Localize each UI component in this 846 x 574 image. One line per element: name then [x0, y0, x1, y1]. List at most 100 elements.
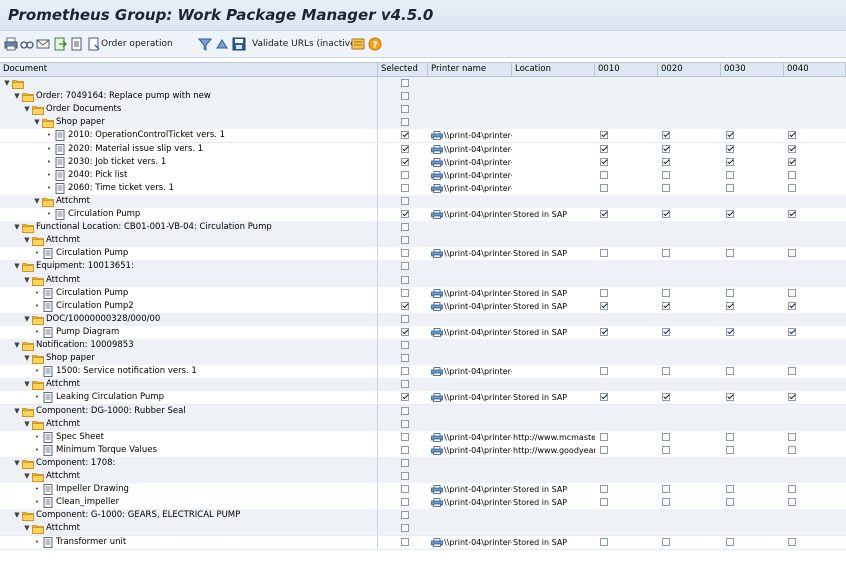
selected-checkbox[interactable]	[401, 445, 409, 454]
printer-icon[interactable]	[431, 157, 443, 167]
expand-toggle-icon[interactable]: ▼	[13, 339, 21, 352]
expand-toggle-icon[interactable]: ▼	[13, 509, 21, 522]
selected-checkbox[interactable]	[401, 341, 409, 349]
tree-folder-row[interactable]: ▼ Functional Location: CB01-001-VB-04: Ci…	[0, 221, 846, 236]
operation-0010-checkbox[interactable]	[600, 183, 608, 192]
sort-icon[interactable]	[215, 36, 229, 52]
tree-item-label[interactable]: Attchmt	[46, 418, 80, 431]
operation-0010-checkbox[interactable]	[600, 210, 608, 218]
save-icon[interactable]	[232, 36, 246, 52]
expand-toggle-icon[interactable]: ▼	[23, 274, 31, 287]
tree-item-label[interactable]: Leaking Circulation Pump	[56, 391, 164, 404]
column-header-0040[interactable]: 0040	[784, 63, 846, 76]
operation-0030-checkbox[interactable]	[726, 537, 734, 546]
operation-0040-checkbox[interactable]	[788, 537, 796, 546]
operation-0020-checkbox[interactable]	[662, 210, 670, 218]
operation-0030-checkbox[interactable]	[726, 210, 734, 218]
operation-0040-checkbox[interactable]	[788, 210, 796, 218]
tree-document-row[interactable]: • 2030: Job ticket vers. 1 \\print-04\prin…	[0, 155, 846, 170]
tree-item-label[interactable]: Circulation Pump	[56, 247, 128, 260]
tree-item-label[interactable]: Circulation Pump	[68, 208, 140, 221]
tree-document-row[interactable]: • Transformer unit \\print-04\printer-l Sto…	[0, 535, 846, 550]
operation-0030-checkbox[interactable]	[726, 445, 734, 454]
tree-item-label[interactable]: Attchmt	[56, 195, 90, 208]
tree-folder-row[interactable]: ▼ Attchmt	[0, 273, 846, 288]
tree-item-label[interactable]: Order Documents	[46, 103, 121, 116]
selected-checkbox[interactable]	[401, 118, 409, 127]
operation-0030-checkbox[interactable]	[726, 498, 734, 507]
printer-icon[interactable]	[431, 301, 443, 311]
printer-name-cell[interactable]: \\print-04\printer-l	[444, 326, 512, 339]
printer-icon[interactable]	[431, 210, 443, 219]
operation-0020-checkbox[interactable]	[662, 183, 670, 192]
column-header-0020[interactable]: 0020	[658, 63, 721, 76]
operation-0010-checkbox[interactable]	[600, 157, 608, 166]
expand-toggle-icon[interactable]: ▼	[3, 77, 11, 90]
operation-0010-checkbox[interactable]	[600, 498, 608, 507]
location-cell[interactable]: http://www.goodyear	[513, 444, 595, 457]
tree-folder-row[interactable]: ▼ Component: G-1000: GEARS, ELECTRICAL PU…	[0, 509, 846, 524]
operation-0010-checkbox[interactable]	[600, 249, 608, 258]
selected-checkbox[interactable]	[401, 288, 409, 297]
expand-toggle-icon[interactable]: ▼	[13, 405, 21, 418]
tree-item-label[interactable]: Component: 1708:	[36, 457, 115, 470]
tree-folder-row[interactable]: ▼ Shop paper	[0, 116, 846, 131]
envelope-icon[interactable]	[36, 36, 50, 52]
tree-item-label[interactable]: 2030: Job ticket vers. 1	[68, 156, 166, 169]
operation-0040-checkbox[interactable]	[788, 288, 796, 297]
printer-icon[interactable]	[431, 537, 443, 547]
location-cell[interactable]: Stored in SAP	[513, 326, 595, 339]
selected-checkbox[interactable]	[401, 432, 409, 441]
tree-item-label[interactable]: Pump Diagram	[56, 326, 119, 339]
operation-0030-checkbox[interactable]	[726, 367, 734, 376]
operation-0030-checkbox[interactable]	[726, 393, 734, 402]
printer-name-cell[interactable]: \\print-04\printer-l	[444, 536, 512, 549]
operation-0040-checkbox[interactable]	[788, 157, 796, 166]
operation-0010-checkbox[interactable]	[600, 144, 608, 153]
selected-checkbox[interactable]	[401, 105, 409, 114]
tree-item-label[interactable]: Circulation Pump	[56, 287, 128, 300]
operation-0040-checkbox[interactable]	[788, 131, 796, 140]
selected-checkbox[interactable]	[401, 157, 409, 166]
tree-document-row[interactable]: • 2040: Pick list \\print-04\printer-l	[0, 168, 846, 183]
printer-icon[interactable]	[431, 249, 443, 259]
operation-0010-checkbox[interactable]	[600, 131, 608, 140]
selected-checkbox[interactable]	[401, 210, 409, 218]
tree-folder-row[interactable]: ▼ Attchmt	[0, 378, 846, 393]
printer-name-cell[interactable]: \\print-04\printer-l	[444, 247, 512, 260]
operation-0010-checkbox[interactable]	[600, 485, 608, 494]
tree-document-row[interactable]: • Circulation Pump \\print-04\printer-l Sto…	[0, 286, 846, 301]
tree-item-label[interactable]: Functional Location: CB01-001-VB-04: Cir…	[36, 221, 272, 234]
tree-document-row[interactable]: • 2010: OperationControlTicket vers. 1 \\p…	[0, 129, 846, 144]
selected-checkbox[interactable]	[401, 537, 409, 546]
operation-0020-checkbox[interactable]	[662, 301, 670, 310]
tree-item-label[interactable]: Attchmt	[46, 470, 80, 483]
operation-0040-checkbox[interactable]	[788, 249, 796, 258]
tree-folder-row[interactable]: ▼ Component: 1708:	[0, 456, 846, 471]
selected-checkbox[interactable]	[401, 262, 409, 271]
operation-0040-checkbox[interactable]	[788, 144, 796, 153]
expand-toggle-icon[interactable]: ▼	[13, 221, 21, 234]
operation-0030-checkbox[interactable]	[726, 144, 734, 153]
printer-name-cell[interactable]: \\print-04\printer-l	[444, 129, 512, 142]
printer-icon[interactable]	[431, 183, 443, 193]
tree-item-label[interactable]: Attchmt	[46, 378, 80, 391]
operation-0040-checkbox[interactable]	[788, 327, 796, 336]
operation-0030-checkbox[interactable]	[726, 327, 734, 336]
operation-0020-checkbox[interactable]	[662, 249, 670, 258]
column-header-0010[interactable]: 0010	[595, 63, 658, 76]
tree-folder-row[interactable]: ▼ Attchmt	[0, 470, 846, 484]
printer-icon[interactable]	[431, 144, 443, 154]
operation-0020-checkbox[interactable]	[662, 131, 670, 140]
tree-item-label[interactable]: Shop paper	[46, 352, 95, 365]
tree-document-row[interactable]: • Minimum Torque Values \\print-04\printer…	[0, 443, 846, 458]
selected-checkbox[interactable]	[401, 301, 409, 310]
operation-0030-checkbox[interactable]	[726, 249, 734, 258]
tree-document-row[interactable]: • Impeller Drawing \\print-04\printer-l Sto…	[0, 483, 846, 498]
selected-checkbox[interactable]	[401, 524, 409, 533]
selected-checkbox[interactable]	[401, 223, 409, 232]
printer-name-cell[interactable]: \\print-04\printer-l	[444, 365, 512, 378]
selected-checkbox[interactable]	[401, 144, 409, 153]
printer-icon[interactable]	[431, 485, 443, 494]
operation-0030-checkbox[interactable]	[726, 157, 734, 166]
